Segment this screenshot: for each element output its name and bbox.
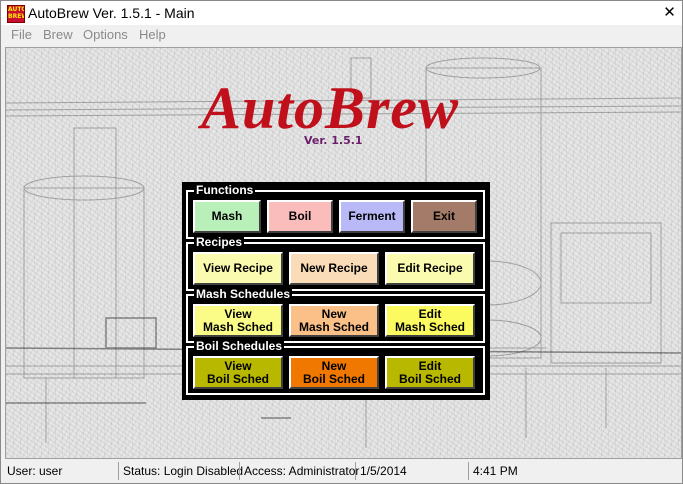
view-recipe-label: View Recipe (203, 261, 273, 275)
window-title: AutoBrew Ver. 1.5.1 - Main (28, 5, 195, 21)
recipes-group: Recipes View Recipe New Recipe Edit Reci… (186, 235, 485, 291)
autobrew-logo: AutoBrew (201, 75, 460, 141)
new-recipe-label: New Recipe (300, 261, 368, 275)
menu-file[interactable]: File (11, 27, 32, 42)
status-bar: User: user Status: Login Disabled Access… (1, 459, 682, 483)
view-recipe-button[interactable]: View Recipe (193, 252, 283, 285)
new-mash-sched-button[interactable]: New Mash Sched (289, 304, 379, 337)
main-menu-panel: Functions Mash Boil Ferment Exit Recipes (182, 182, 490, 400)
mash-schedules-group-label: Mash Schedules (194, 287, 293, 301)
recipes-group-label: Recipes (194, 235, 245, 249)
menu-brew[interactable]: Brew (43, 27, 73, 42)
edit-mash-sched-line1: Edit (418, 306, 442, 321)
edit-mash-sched-button[interactable]: Edit Mash Sched (385, 304, 475, 337)
main-window: AUTO BREW AutoBrew Ver. 1.5.1 - Main ✕ F… (0, 0, 683, 484)
new-recipe-button[interactable]: New Recipe (289, 252, 379, 285)
new-mash-sched-line1: New (321, 306, 347, 321)
mash-button[interactable]: Mash (193, 200, 261, 233)
boil-schedules-group: Boil Schedules View Boil Sched New Boil … (186, 339, 485, 395)
view-mash-sched-line2: Mash Sched (202, 319, 274, 334)
mash-schedules-group: Mash Schedules View Mash Sched New Mash … (186, 287, 485, 343)
edit-boil-sched-line1: Edit (418, 358, 442, 373)
title-bar[interactable]: AUTO BREW AutoBrew Ver. 1.5.1 - Main ✕ (1, 1, 682, 25)
view-boil-sched-line2: Boil Sched (206, 371, 269, 386)
view-boil-sched-button[interactable]: View Boil Sched (193, 356, 283, 389)
edit-recipe-label: Edit Recipe (397, 261, 463, 275)
menu-options[interactable]: Options (83, 27, 128, 42)
exit-button[interactable]: Exit (411, 200, 477, 233)
menu-bar: File Brew Options Help (1, 25, 682, 45)
view-mash-sched-button[interactable]: View Mash Sched (193, 304, 283, 337)
new-boil-sched-line1: New (321, 358, 347, 373)
menu-help[interactable]: Help (139, 27, 166, 42)
main-canvas: AutoBrew Ver. 1.5.1 Functions Mash Boil … (5, 47, 682, 459)
functions-group-label: Functions (194, 183, 256, 197)
status-date: 1/5/2014 (355, 462, 466, 480)
boil-button-label: Boil (288, 209, 312, 223)
new-boil-sched-line2: Boil Sched (302, 371, 365, 386)
status-user: User: user (7, 464, 63, 478)
new-mash-sched-line2: Mash Sched (298, 319, 370, 334)
ferment-button-label: Ferment (348, 209, 396, 223)
exit-button-label: Exit (432, 209, 455, 223)
new-boil-sched-button[interactable]: New Boil Sched (289, 356, 379, 389)
mash-button-label: Mash (211, 209, 243, 223)
version-label: Ver. 1.5.1 (304, 134, 363, 147)
boil-schedules-group-label: Boil Schedules (194, 339, 285, 353)
boil-button[interactable]: Boil (267, 200, 333, 233)
view-boil-sched-line1: View (224, 358, 252, 373)
autobrew-app-icon[interactable]: AUTO BREW (7, 5, 25, 23)
status-access: Access: Administrator (239, 462, 359, 480)
ferment-button[interactable]: Ferment (339, 200, 405, 233)
edit-mash-sched-line2: Mash Sched (394, 319, 466, 334)
functions-group: Functions Mash Boil Ferment Exit (186, 183, 485, 239)
status-login: Status: Login Disabled (118, 462, 243, 480)
status-time: 4:41 PM (468, 462, 673, 480)
edit-boil-sched-button[interactable]: Edit Boil Sched (385, 356, 475, 389)
edit-recipe-button[interactable]: Edit Recipe (385, 252, 475, 285)
edit-boil-sched-line2: Boil Sched (398, 371, 461, 386)
view-mash-sched-line1: View (224, 306, 252, 321)
close-icon[interactable]: ✕ (661, 4, 678, 21)
